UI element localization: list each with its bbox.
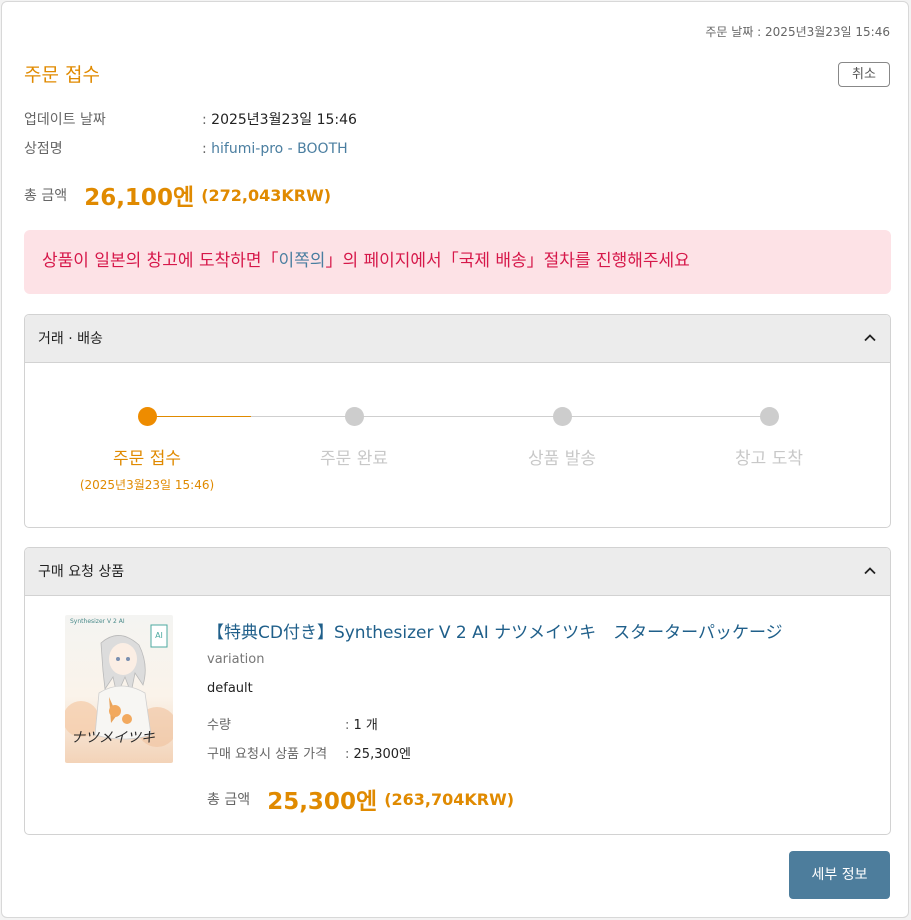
shop-name-link[interactable]: hifumi-pro - BOOTH — [211, 141, 347, 157]
quantity-value: 1 개 — [353, 718, 378, 733]
request-price-label: 구매 요청시 상품 가격 — [207, 747, 328, 762]
variation-value: default — [207, 681, 253, 696]
shop-name-row: 상점명: hifumi-pro - BOOTH — [24, 138, 348, 158]
step-dot-1 — [138, 407, 157, 426]
step-label-4: 창고 도착 — [735, 449, 803, 469]
cancel-button[interactable]: 취소 — [838, 62, 890, 87]
update-date-colon: : — [202, 112, 207, 128]
update-date-value: 2025년3월23일 15:46 — [211, 112, 357, 128]
step-label-3: 상품 발송 — [528, 449, 596, 469]
item-total-label: 총 금액 — [207, 792, 251, 808]
step-track-progress — [147, 416, 251, 417]
update-date-row: 업데이트 날짜: 2025년3월23일 15:46 — [24, 109, 357, 129]
order-card: 주문 날짜 : 2025년3월23일 15:46 주문 접수 취소 업데이트 날… — [1, 1, 909, 918]
order-status-title: 주문 접수 — [24, 64, 100, 86]
variation-label: variation — [207, 652, 265, 667]
notice-text-2: 」의 페이지에서「국제 배송」절차를 진행해주세요 — [325, 251, 690, 271]
item-total-krw: (263,704KRW) — [384, 789, 515, 809]
step-dot-4 — [760, 407, 779, 426]
step-label-2: 주문 완료 — [320, 449, 388, 469]
quantity-row: 수량: 1 개 — [207, 714, 378, 733]
order-total-label: 총 금액 — [24, 188, 68, 204]
shipping-notice: 상품이 일본의 창고에 도착하면「이쪽의」의 페이지에서「국제 배송」절차를 진… — [24, 230, 891, 294]
request-price-value: 25,300엔 — [353, 747, 411, 762]
request-price-colon: : — [345, 747, 350, 762]
requested-item-panel: 구매 요청 상품 AI Synthesizer V 2 AI ナツメイツキ 【特… — [24, 547, 891, 835]
product-image-caption: Synthesizer V 2 AI — [70, 618, 125, 625]
shipping-panel-title: 거래 · 배송 — [38, 331, 103, 347]
ai-badge: AI — [155, 631, 163, 640]
progress-steps: 주문 접수 주문 완료 상품 발송 창고 도착 (2025년3월23일 15:4… — [25, 363, 890, 527]
step-date-1: (2025년3월23일 15:46) — [79, 478, 215, 492]
order-total-krw: (272,043KRW) — [201, 185, 332, 205]
product-image[interactable]: AI Synthesizer V 2 AI ナツメイツキ — [65, 615, 173, 763]
order-total-price: 26,100엔 — [84, 185, 195, 211]
step-dot-2 — [345, 407, 364, 426]
notice-text-1: 상품이 일본의 창고에 도착하면「 — [42, 251, 279, 271]
order-total: 총 금액 26,100엔 (272,043KRW) — [24, 178, 331, 212]
item-panel-header[interactable]: 구매 요청 상품 — [25, 548, 890, 596]
notice-link[interactable]: 이쪽의 — [279, 251, 326, 271]
item-total-price: 25,300엔 — [267, 789, 378, 815]
step-dot-3 — [553, 407, 572, 426]
item-panel-title: 구매 요청 상품 — [38, 564, 125, 580]
shipping-panel: 거래 · 배송 주문 접수 주문 완료 상품 발송 창고 도착 (2025년3월… — [24, 314, 891, 528]
chevron-up-icon[interactable] — [864, 332, 876, 344]
shop-name-colon: : — [202, 141, 207, 157]
detail-button[interactable]: 세부 정보 — [789, 851, 890, 899]
request-price-row: 구매 요청시 상품 가격: 25,300엔 — [207, 743, 411, 762]
step-label-1: 주문 접수 — [113, 449, 181, 469]
update-date-label: 업데이트 날짜 — [24, 112, 106, 128]
quantity-label: 수량 — [207, 718, 231, 733]
product-title-link[interactable]: 【特典CD付き】Synthesizer V 2 AI ナツメイツキ スターターパ… — [207, 618, 783, 643]
quantity-colon: : — [345, 718, 350, 733]
chevron-up-icon[interactable] — [864, 565, 876, 577]
shop-name-label: 상점명 — [24, 141, 63, 157]
shipping-panel-header[interactable]: 거래 · 배송 — [25, 315, 890, 363]
product-image-logo: ナツメイツキ — [71, 730, 155, 746]
order-date: 주문 날짜 : 2025년3월23일 15:46 — [705, 25, 890, 39]
item-total: 총 금액 25,300엔 (263,704KRW) — [207, 782, 514, 816]
